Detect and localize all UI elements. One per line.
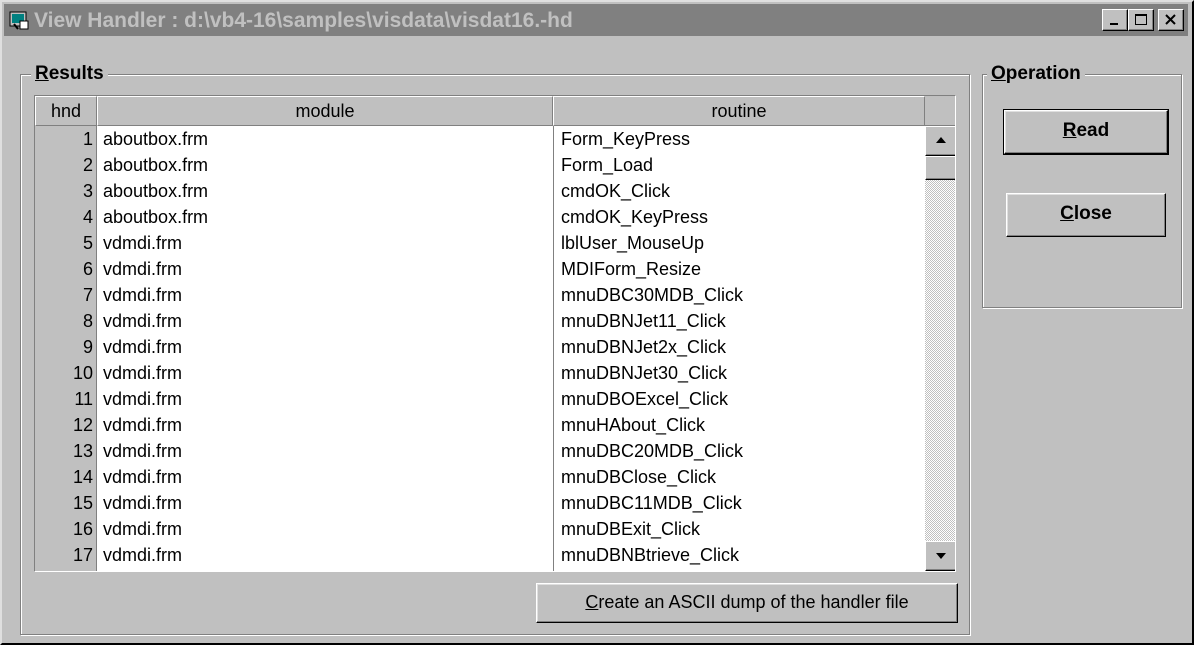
routine-cell: mnuDBC30MDB_Click — [561, 285, 744, 305]
module-cell: aboutbox.frm — [103, 207, 209, 227]
module-cell: vdmdi.frm — [103, 467, 183, 487]
table-row[interactable]: 8 vdmdi.frm mnuDBNJet11_Click — [35, 308, 925, 334]
routine-cell: mnuDBExit_Click — [561, 519, 701, 539]
table-row[interactable]: 11 vdmdi.frm mnuDBOExcel_Click — [35, 386, 925, 412]
scroll-thumb[interactable] — [925, 156, 955, 180]
title-bar[interactable]: View Handler : d:\vb4-16\samples\visdata… — [4, 4, 1188, 36]
scroll-down-button[interactable] — [925, 541, 955, 571]
module-cell: aboutbox.frm — [103, 155, 209, 175]
table-row[interactable]: 17 vdmdi.frm mnuDBNBtrieve_Click — [35, 542, 925, 568]
routine-cell: mnuDBC11MDB_Click — [561, 493, 742, 513]
grid-header: hnd module routine — [35, 96, 925, 126]
module-cell: vdmdi.frm — [103, 519, 183, 539]
hnd-cell: 10 — [72, 363, 93, 383]
scroll-up-button[interactable] — [925, 126, 955, 156]
routine-cell: Form_KeyPress — [561, 129, 691, 149]
column-header-hnd[interactable]: hnd — [35, 96, 97, 126]
module-cell: aboutbox.frm — [103, 181, 209, 201]
minimize-icon — [1110, 23, 1118, 25]
routine-cell: mnuDBC20MDB_Click — [561, 441, 744, 461]
maximize-icon — [1135, 14, 1147, 25]
table-row[interactable]: 15 vdmdi.frm mnuDBC11MDB_Click — [35, 490, 925, 516]
hnd-cell: 2 — [82, 155, 93, 175]
down-arrow-icon — [936, 553, 946, 559]
routine-cell: mnuDBOExcel_Click — [561, 389, 729, 409]
grid-body: 1 aboutbox.frm Form_KeyPress 2 aboutbox.frm F… — [35, 126, 925, 571]
table-row[interactable]: 16 vdmdi.frm mnuDBExit_Click — [35, 516, 925, 542]
module-cell: vdmdi.frm — [103, 311, 183, 331]
table-row[interactable]: 2 aboutbox.frm Form_Load — [35, 152, 925, 178]
close-window-button[interactable] — [1158, 9, 1184, 31]
hnd-cell: 6 — [82, 259, 93, 279]
hnd-cell: 8 — [82, 311, 93, 331]
ascii-dump-button[interactable]: Create an ASCII dump of the handler file — [536, 583, 958, 623]
routine-cell: mnuDBNBtrieve_Click — [561, 545, 740, 565]
table-row[interactable]: 10 vdmdi.frm mnuDBNJet30_Click — [35, 360, 925, 386]
hnd-cell: 3 — [82, 181, 93, 201]
app-icon — [9, 11, 29, 30]
module-cell: vdmdi.frm — [103, 259, 183, 279]
table-row[interactable]: 13 vdmdi.frm mnuDBC20MDB_Click — [35, 438, 925, 464]
module-cell: aboutbox.frm — [103, 129, 209, 149]
module-cell: vdmdi.frm — [103, 545, 183, 565]
module-cell: vdmdi.frm — [103, 337, 183, 357]
module-cell: vdmdi.frm — [103, 363, 183, 383]
module-cell: vdmdi.frm — [103, 285, 183, 305]
results-grid[interactable]: hnd module routine 1 aboutbox.frm Form_Key… — [34, 95, 956, 572]
close-icon — [1165, 14, 1176, 25]
hnd-cell: 11 — [74, 389, 93, 409]
routine-cell: cmdOK_KeyPress — [561, 207, 709, 227]
close-button[interactable]: Close — [1006, 193, 1166, 237]
hnd-cell: 14 — [72, 467, 93, 487]
table-row[interactable]: 6 vdmdi.frm MDIForm_Resize — [35, 256, 925, 282]
hnd-cell: 15 — [72, 493, 93, 513]
header-filler — [925, 96, 955, 126]
routine-cell: mnuDBClose_Click — [561, 467, 717, 487]
hnd-cell: 13 — [72, 441, 93, 461]
table-row[interactable]: 14 vdmdi.frm mnuDBClose_Click — [35, 464, 925, 490]
read-button[interactable]: Read — [1003, 109, 1169, 155]
hnd-cell: 16 — [72, 519, 93, 539]
routine-cell: mnuDBNJet11_Click — [561, 311, 726, 331]
table-row[interactable]: 12 vdmdi.frm mnuHAbout_Click — [35, 412, 925, 438]
module-cell: vdmdi.frm — [103, 441, 183, 461]
vertical-scrollbar[interactable] — [925, 126, 955, 571]
module-cell: vdmdi.frm — [103, 233, 183, 253]
module-cell: vdmdi.frm — [103, 415, 183, 435]
hnd-cell: 12 — [72, 415, 93, 435]
window-title: View Handler : d:\vb4-16\samples\visdata… — [34, 9, 573, 32]
hnd-cell: 4 — [82, 207, 93, 227]
minimize-button[interactable] — [1102, 9, 1128, 31]
table-row[interactable]: 3 aboutbox.frm cmdOK_Click — [35, 178, 925, 204]
table-row[interactable]: 1 aboutbox.frm Form_KeyPress — [35, 126, 925, 152]
table-row[interactable]: 9 vdmdi.frm mnuDBNJet2x_Click — [35, 334, 925, 360]
up-arrow-icon — [936, 137, 946, 143]
hnd-cell: 7 — [82, 285, 93, 305]
hnd-cell: 1 — [82, 129, 93, 149]
routine-cell: mnuHAbout_Click — [561, 415, 706, 435]
table-row[interactable]: 4 aboutbox.frm cmdOK_KeyPress — [35, 204, 925, 230]
routine-cell: cmdOK_Click — [561, 181, 671, 201]
routine-cell: MDIForm_Resize — [561, 259, 702, 279]
routine-cell: mnuDBNJet2x_Click — [561, 337, 727, 357]
hnd-cell: 5 — [82, 233, 93, 253]
maximize-button[interactable] — [1128, 9, 1154, 31]
routine-cell: Form_Load — [561, 155, 654, 175]
table-row[interactable]: 7 vdmdi.frm mnuDBC30MDB_Click — [35, 282, 925, 308]
routine-cell: mnuDBNJet30_Click — [561, 363, 728, 383]
operation-label: Operation — [987, 64, 1085, 84]
results-label: Results — [31, 64, 108, 84]
column-header-routine[interactable]: routine — [553, 96, 925, 126]
table-row[interactable]: 5 vdmdi.frm lblUser_MouseUp — [35, 230, 925, 256]
module-cell: vdmdi.frm — [103, 493, 183, 513]
column-header-module[interactable]: module — [97, 96, 553, 126]
routine-cell: lblUser_MouseUp — [561, 233, 705, 253]
hnd-cell: 17 — [72, 545, 93, 565]
hnd-cell: 9 — [82, 337, 93, 357]
module-cell: vdmdi.frm — [103, 389, 183, 409]
